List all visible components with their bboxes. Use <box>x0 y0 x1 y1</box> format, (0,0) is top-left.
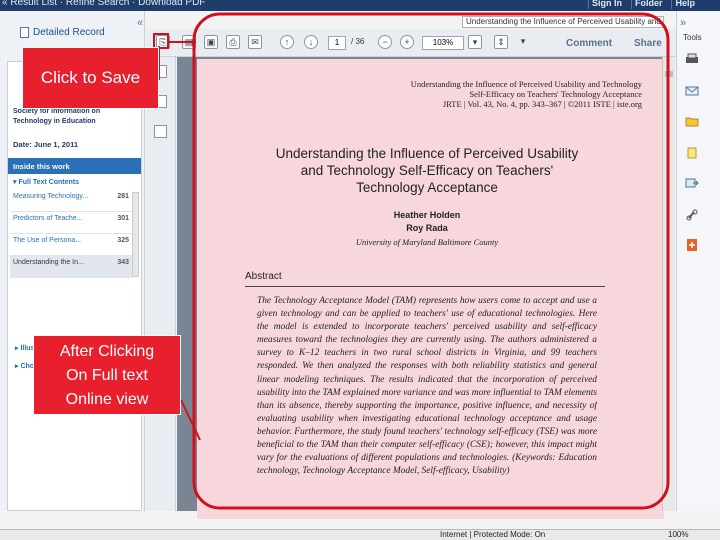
previous-page-icon[interactable]: ↑ <box>280 35 294 49</box>
callout-line: On Full text <box>66 367 148 384</box>
toc-item-label: The Use of Persona... <box>13 237 82 244</box>
detailed-record-label: Detailed Record <box>33 27 105 38</box>
disk-icon[interactable]: ▣ <box>204 35 218 49</box>
bookmark-add-icon[interactable] <box>685 239 699 251</box>
table-of-contents: Measuring Technology... 281 Predictors o… <box>10 190 132 278</box>
detailed-record-link[interactable]: Detailed Record <box>20 27 105 38</box>
publication-name: Society for Information on Technology in… <box>13 108 101 125</box>
author-name: Roy Rada <box>406 223 448 233</box>
publication-date: Date: June 1, 2011 <box>13 140 79 149</box>
fit-page-icon[interactable]: ⇕ <box>494 35 508 49</box>
toc-item-selected[interactable]: Understanding the In... 343 <box>10 256 132 278</box>
toc-item-label: Measuring Technology... <box>13 193 89 200</box>
toc-item-page: 343 <box>117 259 129 266</box>
header-line: Self-Efficacy on Teachers' Technology Ac… <box>469 89 642 99</box>
document-tab-title[interactable]: Understanding the Influence of Perceived… <box>462 16 664 28</box>
folder-icon[interactable] <box>685 115 699 127</box>
print-icon[interactable] <box>685 53 699 65</box>
zoom-level-select[interactable]: 103% <box>422 36 464 50</box>
title-line: and Technology Self-Efficacy on Teachers… <box>300 163 554 178</box>
toc-item-page: 281 <box>117 193 129 200</box>
share-button[interactable]: Share <box>634 38 662 49</box>
toc-item[interactable]: Predictors of Teache... 301 <box>10 212 132 234</box>
toc-item-label: Understanding the In... <box>13 259 84 266</box>
zoom-dropdown-icon[interactable]: ▾ <box>468 35 482 49</box>
header-line: JRTE | Vol. 43, No. 4, pp. 343–367 | ©20… <box>442 99 642 109</box>
print-icon[interactable]: ⎙ <box>226 35 240 49</box>
toc-item[interactable]: The Use of Persona... 325 <box>10 234 132 256</box>
browser-zoom[interactable]: 100% <box>668 530 688 540</box>
toc-item[interactable]: Measuring Technology... 281 <box>10 190 132 212</box>
document-viewport: Understanding the Influence of Perceived… <box>177 57 675 519</box>
abstract-heading: Abstract <box>245 271 282 282</box>
click-to-save-callout: Click to Save <box>22 47 159 109</box>
permalink-icon[interactable] <box>685 209 699 221</box>
help-link[interactable]: Help <box>671 0 698 9</box>
collapse-right-icon[interactable]: » <box>680 17 686 29</box>
zoom-in-icon[interactable]: + <box>400 35 414 49</box>
document-icon <box>20 27 29 38</box>
title-line: Technology Acceptance <box>356 180 498 195</box>
author-name: Heather Holden <box>393 210 461 220</box>
zoom-out-icon[interactable]: − <box>378 35 392 49</box>
toc-item-label: Predictors of Teache... <box>13 215 83 222</box>
callout-line: After Clicking <box>59 343 155 360</box>
comment-button[interactable]: Comment <box>566 38 612 49</box>
sign-in-link[interactable]: Sign In <box>587 0 625 9</box>
email-icon[interactable] <box>685 85 699 97</box>
toc-item-page: 325 <box>117 237 129 244</box>
full-text-contents-toggle[interactable]: ▾ Full Text Contents <box>13 178 79 186</box>
navigation-pane <box>146 57 176 511</box>
next-page-icon[interactable]: ↓ <box>304 35 318 49</box>
article-title: Understanding the Influence of Perceived… <box>257 145 597 196</box>
options-dropdown-icon[interactable]: ▾ <box>516 35 530 49</box>
pdf-page: Understanding the Influence of Perceived… <box>197 59 664 519</box>
page-total: / 36 <box>351 37 365 46</box>
affiliation: University of Maryland Baltimore County <box>355 237 499 247</box>
tools-label: Tools <box>683 33 702 42</box>
email-icon[interactable]: ✉ <box>248 35 262 49</box>
create-pdf-icon[interactable]: ▤ <box>182 35 196 49</box>
toc-item-page: 301 <box>117 215 129 222</box>
after-clicking-callout: After Clicking On Full text Online view <box>33 335 181 415</box>
publication-card: Society for Information on Technology in… <box>7 61 142 511</box>
title-line: Understanding the Influence of Perceived… <box>275 146 579 161</box>
toc-scrollbar[interactable] <box>132 192 139 277</box>
document-scrollbar[interactable] <box>662 57 675 511</box>
browser-status-bar: Internet | Protected Mode: On 100% <box>0 529 720 540</box>
running-header: Understanding the Influence of Perceived… <box>342 79 642 109</box>
top-links: Sign In Folder Help <box>587 0 698 9</box>
divider <box>245 286 605 287</box>
callout-line: Online view <box>65 391 149 408</box>
pdf-toolbar: Understanding the Influence of Perceived… <box>146 16 676 57</box>
inside-this-work-header: Inside this work <box>8 158 141 174</box>
export-icon[interactable] <box>685 177 699 189</box>
binoculars-icon[interactable] <box>154 125 167 138</box>
security-zone: Internet | Protected Mode: On <box>440 530 546 539</box>
authors: Heather Holden Roy Rada <box>257 209 597 235</box>
header-line: Understanding the Influence of Perceived… <box>410 79 642 89</box>
top-navigation-bar: « Result List · Refine Search · Download… <box>0 0 720 11</box>
tools-panel: » Tools <box>676 11 720 511</box>
abstract-text: The Technology Acceptance Model (TAM) re… <box>257 296 597 477</box>
collapse-left-icon[interactable]: « <box>137 17 143 29</box>
page-number-input[interactable]: 1 <box>328 36 346 50</box>
folder-link[interactable]: Folder <box>630 0 666 9</box>
breadcrumb[interactable]: « Result List · Refine Search · Download… <box>2 0 205 8</box>
scrollbar-thumb[interactable] <box>665 71 673 77</box>
screen: « Result List · Refine Search · Download… <box>0 0 720 540</box>
note-icon[interactable] <box>685 147 699 159</box>
